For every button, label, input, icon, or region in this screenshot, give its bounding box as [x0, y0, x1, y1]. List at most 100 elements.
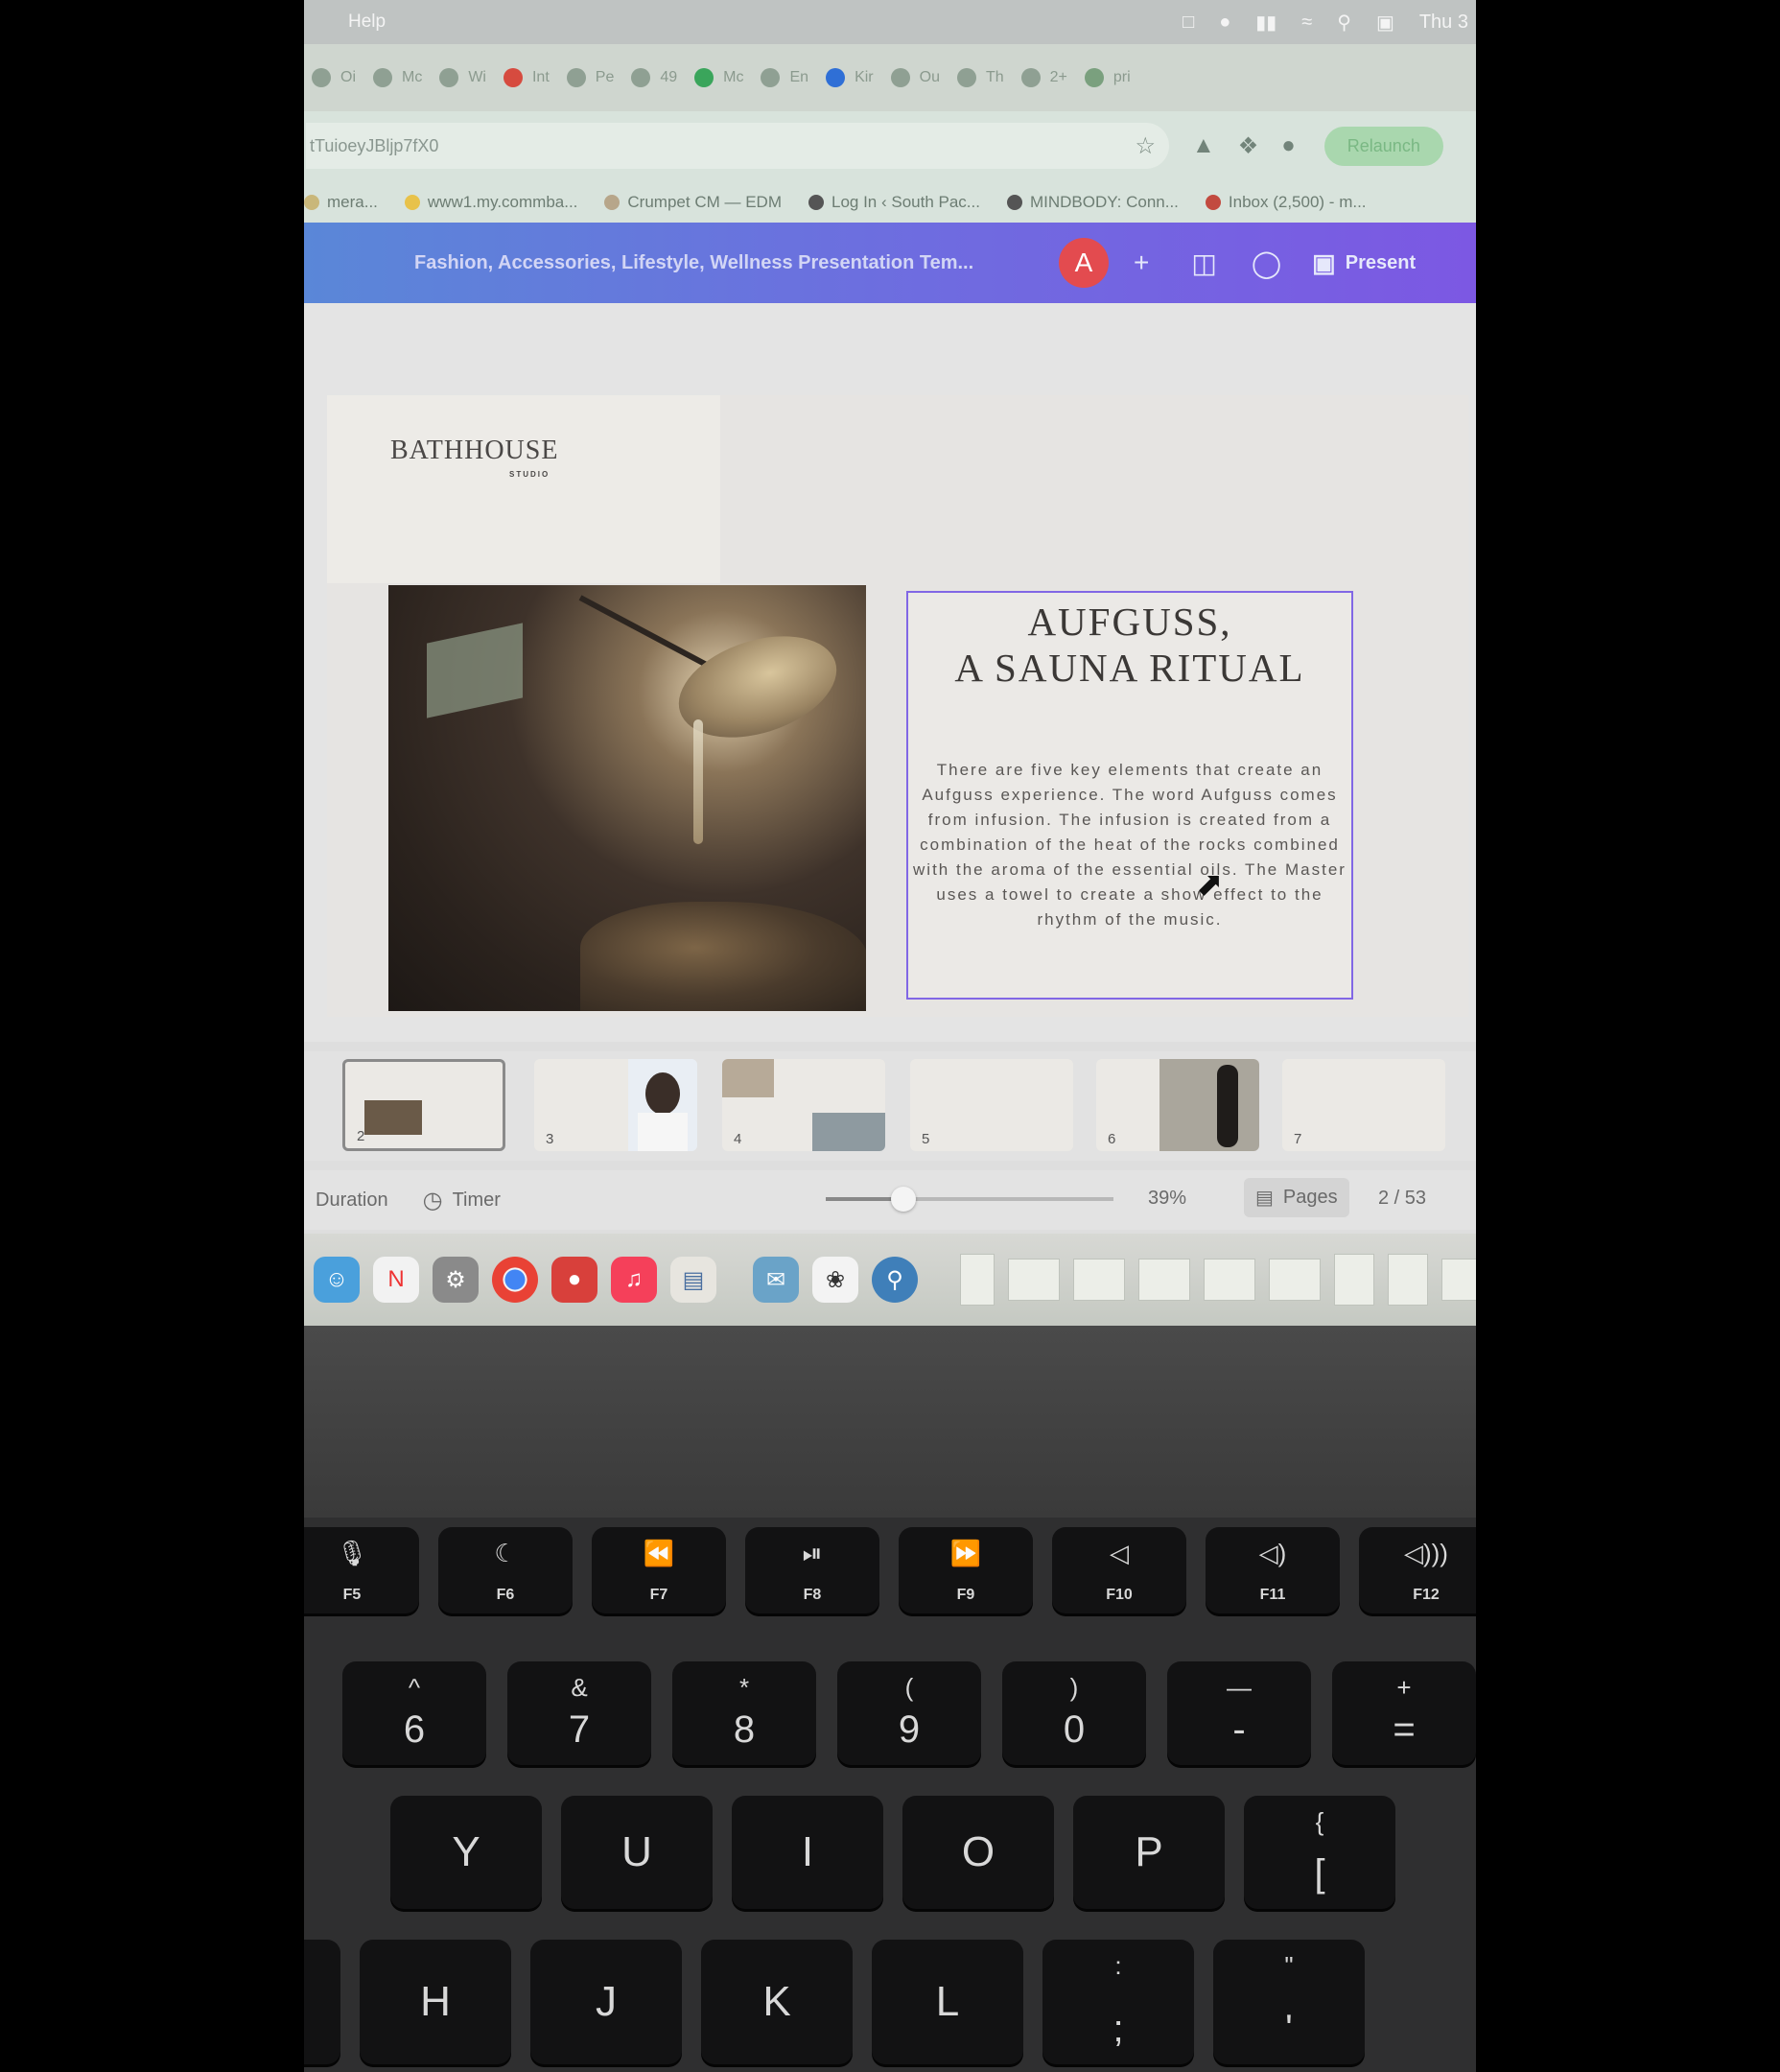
bookmark-item[interactable]: Inbox (2,500) - m... [1205, 193, 1367, 212]
news-icon[interactable]: N [373, 1257, 419, 1303]
duration-button[interactable]: Duration [316, 1189, 388, 1212]
browser-tab[interactable]: pri [1084, 68, 1131, 87]
bookmark-item[interactable]: Log In ‹ South Pac... [808, 193, 980, 212]
letter-key[interactable]: G [304, 1940, 340, 2064]
search-icon[interactable]: ⚲ [1337, 11, 1351, 35]
thumbnail-page-2[interactable]: 2 [342, 1059, 505, 1151]
thumbnail-page-5[interactable]: 5 [910, 1059, 1073, 1151]
punctuation-key[interactable]: :; [1042, 1940, 1194, 2064]
bookmark-star-icon[interactable]: ☆ [1135, 132, 1156, 160]
letter-key[interactable]: Y [390, 1796, 542, 1909]
zoom-slider[interactable] [826, 1187, 1113, 1212]
minimized-window[interactable] [960, 1254, 995, 1306]
function-key[interactable]: ⏯ F8 [745, 1527, 879, 1613]
function-key[interactable]: ⏩ F9 [899, 1527, 1033, 1613]
wifi-icon[interactable]: ≈ [1301, 12, 1312, 34]
minimized-window[interactable] [1008, 1259, 1060, 1301]
drive-icon[interactable]: ▲ [1192, 132, 1215, 159]
comment-icon[interactable]: ◯ [1252, 247, 1281, 279]
battery-icon[interactable]: ▮▮ [1255, 11, 1276, 35]
bracket-key[interactable]: {[ [1244, 1796, 1395, 1909]
share-add-button[interactable]: + [1134, 247, 1149, 278]
dropbox-icon[interactable]: □ [1183, 12, 1194, 34]
browser-tab[interactable]: Int [503, 68, 550, 87]
browser-tab[interactable]: Pe [566, 68, 614, 87]
letter-key[interactable]: L [872, 1940, 1023, 2064]
browser-tab[interactable]: Wi [439, 68, 486, 87]
zoom-slider-handle[interactable] [891, 1187, 916, 1212]
photo-booth-icon[interactable]: ● [551, 1257, 597, 1303]
timer-button[interactable]: ◷ Timer [423, 1187, 501, 1214]
finder-icon[interactable]: ☺ [314, 1257, 360, 1303]
function-key[interactable]: ◁) F11 [1206, 1527, 1340, 1613]
mail-icon[interactable]: ✉ [753, 1257, 799, 1303]
minimized-window[interactable] [1388, 1254, 1428, 1306]
function-key[interactable]: ◁ F10 [1052, 1527, 1186, 1613]
browser-tab[interactable]: Mc [694, 68, 743, 87]
thumbnail-page-4[interactable]: 4 [722, 1059, 885, 1151]
document-title[interactable]: Fashion, Accessories, Lifestyle, Wellnes… [414, 252, 1028, 274]
control-center-icon[interactable]: ▣ [1376, 11, 1394, 35]
function-key[interactable]: ☾ F6 [438, 1527, 573, 1613]
status-icon[interactable]: ● [1219, 12, 1230, 34]
music-icon[interactable]: ♫ [611, 1257, 657, 1303]
preview-icon[interactable]: ▤ [670, 1257, 716, 1303]
present-button[interactable]: ▣ Present [1312, 248, 1416, 278]
number-key[interactable]: + = [1332, 1661, 1476, 1765]
number-key[interactable]: * 8 [672, 1661, 816, 1765]
number-key[interactable]: ) 0 [1002, 1661, 1146, 1765]
function-key[interactable]: 🎙 F5 [304, 1527, 419, 1613]
number-key[interactable]: & 7 [507, 1661, 651, 1765]
thumbnail-page-3[interactable]: 3 [534, 1059, 697, 1151]
url-field[interactable]: tTuioeyJBljp7fX0 ☆ [306, 123, 1169, 169]
minimized-window[interactable] [1334, 1254, 1374, 1306]
quote-key[interactable]: " ' [1213, 1940, 1365, 2064]
relaunch-button[interactable]: Relaunch [1323, 126, 1443, 166]
letter-key[interactable]: J [530, 1940, 682, 2064]
browser-tab[interactable]: Th [956, 68, 1004, 87]
browser-tab[interactable]: Ou [890, 68, 940, 87]
selected-text-box[interactable]: AUFGUSS, A SAUNA RITUAL There are five k… [906, 591, 1353, 1000]
brand-panel[interactable]: BATHHOUSE STUDIO [327, 395, 720, 583]
letter-key[interactable]: I [732, 1796, 883, 1909]
letter-key[interactable]: O [902, 1796, 1054, 1909]
browser-tab[interactable]: 2+ [1020, 68, 1067, 87]
number-key[interactable]: — - [1167, 1661, 1311, 1765]
sauna-ladle-photo[interactable] [388, 585, 866, 1011]
settings-icon[interactable]: ⚙ [433, 1257, 479, 1303]
bookmark-item[interactable]: mera... [304, 193, 378, 212]
profile-icon[interactable]: ● [1281, 132, 1296, 159]
pages-button[interactable]: ▤ Pages [1244, 1178, 1349, 1217]
letter-key[interactable]: H [360, 1940, 511, 2064]
minimized-window[interactable] [1204, 1259, 1255, 1301]
bookmark-item[interactable]: Crumpet CM — EDM [604, 193, 782, 212]
thumbnail-page-6[interactable]: 6 [1096, 1059, 1259, 1151]
quicktime-icon[interactable]: ⚲ [872, 1257, 918, 1303]
insights-icon[interactable]: ◫ [1191, 247, 1216, 279]
bookmark-item[interactable]: www1.my.commba... [404, 193, 577, 212]
browser-tab[interactable]: Mc [373, 68, 422, 87]
avatar[interactable]: A [1059, 238, 1109, 288]
number-key[interactable]: (9 [837, 1661, 981, 1765]
browser-tab[interactable]: Kir [826, 68, 874, 87]
minimized-window[interactable] [1441, 1259, 1476, 1301]
letter-key[interactable]: K [701, 1940, 853, 2064]
bookmark-item[interactable]: MINDBODY: Conn... [1006, 193, 1179, 212]
slide[interactable]: BATHHOUSE STUDIO AUFGUSS, A SAUNA RITUAL… [327, 395, 1468, 1017]
extensions-icon[interactable]: ❖ [1238, 132, 1259, 160]
browser-tab[interactable]: En [761, 68, 808, 87]
chrome-icon[interactable] [492, 1257, 538, 1303]
function-key[interactable]: ◁))) F12 [1359, 1527, 1476, 1613]
thumbnail-page-7[interactable]: 7 [1282, 1059, 1445, 1151]
menu-help[interactable]: Help [348, 12, 386, 33]
number-key[interactable]: ^ 6 [342, 1661, 486, 1765]
minimized-window[interactable] [1269, 1259, 1321, 1301]
chatgpt-icon[interactable]: ❀ [812, 1257, 858, 1303]
letter-key[interactable]: P [1073, 1796, 1225, 1909]
minimized-window[interactable] [1073, 1259, 1125, 1301]
browser-tab[interactable]: Oi [312, 68, 356, 87]
menu-clock[interactable]: Thu 3 [1419, 12, 1468, 34]
letter-key[interactable]: U [561, 1796, 713, 1909]
browser-tab[interactable]: 49 [631, 68, 677, 87]
minimized-window[interactable] [1138, 1259, 1190, 1301]
